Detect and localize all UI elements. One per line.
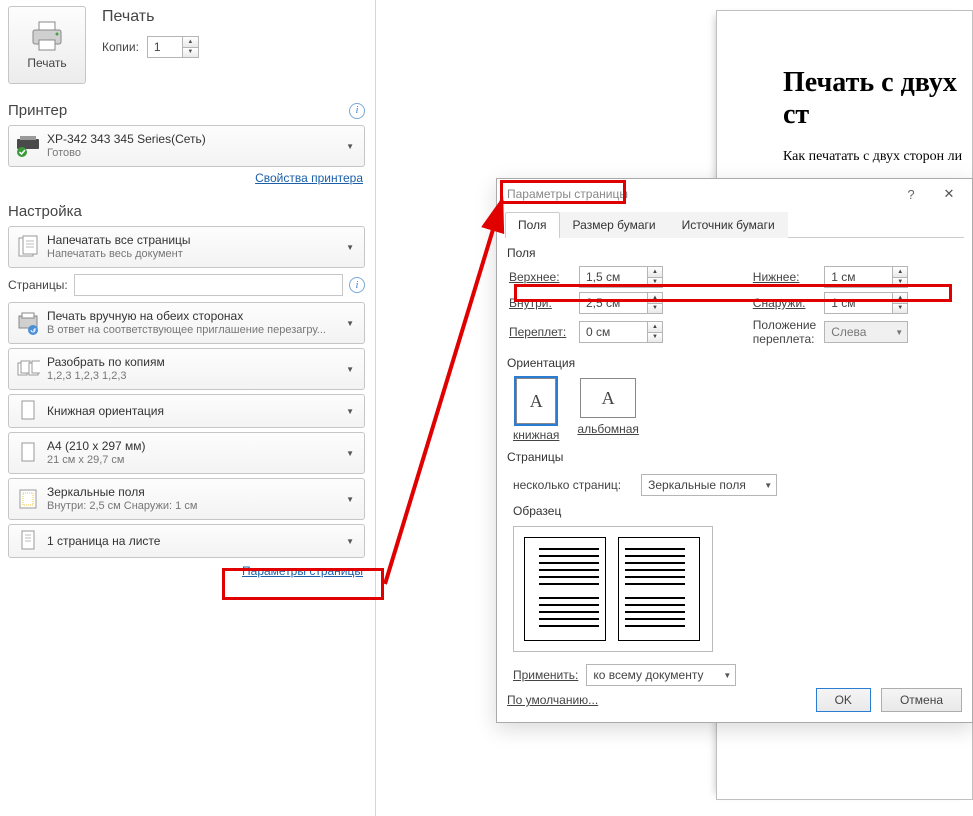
inside-margin-label: Внутри: [505, 290, 575, 316]
chevron-down-icon: ▼ [340, 537, 360, 546]
duplex-icon [15, 310, 41, 336]
multi-pages-select[interactable]: Зеркальные поля▼ [641, 474, 777, 496]
orientation-landscape[interactable]: Aальбомная [577, 378, 639, 442]
fields-group-label: Поля [507, 246, 964, 260]
chevron-down-icon: ▼ [340, 319, 360, 328]
chevron-down-icon: ▼ [340, 142, 360, 151]
pages-group-label: Страницы [507, 450, 964, 464]
collate-dropdown[interactable]: Разобрать по копиям1,2,3 1,2,3 1,2,3 ▼ [8, 348, 365, 390]
sample-group-label: Образец [513, 504, 964, 518]
chevron-down-icon: ▼ [340, 365, 360, 374]
orientation-portrait[interactable]: Aкнижная [513, 378, 559, 442]
gutter-input[interactable]: 0 см▲▼ [579, 321, 663, 343]
printer-section: Принтер i [8, 102, 365, 119]
page-setup-link[interactable]: Параметры страницы [242, 564, 363, 578]
outside-margin-input[interactable]: 1 см▲▼ [824, 292, 908, 314]
top-margin-label: Верхнее: [505, 264, 575, 290]
tab-paper-source[interactable]: Источник бумаги [669, 212, 788, 238]
page-setup-dialog: Параметры страницы ? ✕ Поля Размер бумаг… [496, 178, 973, 723]
settings-section: Настройка [8, 203, 365, 220]
orientation-group-label: Ориентация [507, 356, 964, 370]
printer-properties-link[interactable]: Свойства принтера [255, 171, 363, 185]
chevron-down-icon: ▼ [340, 407, 360, 416]
orientation-dropdown[interactable]: Книжная ориентация ▼ [8, 394, 365, 428]
copies-label: Копии: [102, 40, 139, 54]
pages-label: Страницы: [8, 278, 68, 292]
printer-dropdown[interactable]: XP-342 343 345 Series(Сеть) Готово ▼ [8, 125, 365, 167]
print-range-dropdown[interactable]: Напечатать все страницыНапечатать весь д… [8, 226, 365, 268]
apply-to-select[interactable]: ко всему документу▼ [586, 664, 736, 686]
top-margin-input[interactable]: 1,5 см▲▼ [579, 266, 663, 288]
gutter-pos-label: Положение переплета: [749, 316, 820, 348]
doc-heading: Печать с двух ст [783, 67, 972, 131]
copies-spinner[interactable]: 1 ▲▼ [147, 36, 199, 58]
gutter-label: Переплет: [505, 316, 575, 348]
paper-icon [15, 440, 41, 466]
dialog-close-button[interactable]: ✕ [932, 183, 966, 205]
tab-paper-size[interactable]: Размер бумаги [560, 212, 669, 238]
default-button[interactable]: По умолчанию... [507, 693, 598, 707]
print-button[interactable]: Печать [8, 6, 86, 84]
printer-icon [29, 20, 65, 52]
pages-input[interactable] [74, 274, 343, 296]
bottom-margin-input[interactable]: 1 см▲▼ [824, 266, 908, 288]
chevron-down-icon: ▼ [340, 495, 360, 504]
duplex-dropdown[interactable]: Печать вручную на обеих сторонахВ ответ … [8, 302, 365, 344]
collate-icon [15, 356, 41, 382]
pages-per-sheet-dropdown[interactable]: 1 страница на листе ▼ [8, 524, 365, 558]
doc-text: Как печатать с двух сторон ли [783, 149, 972, 165]
dialog-help-button[interactable]: ? [894, 183, 928, 205]
pages-info-icon[interactable]: i [349, 277, 365, 293]
annotation-arrow [380, 192, 515, 592]
gutter-pos-select: Слева▼ [824, 321, 908, 343]
print-panel: Печать Печать Копии: 1 ▲▼ Принтер i [0, 0, 376, 816]
sample-preview [513, 526, 713, 652]
multi-pages-label: несколько страниц: [513, 478, 621, 492]
printer-status-icon [15, 133, 41, 159]
dialog-titlebar: Параметры страницы ? ✕ [497, 179, 972, 209]
apply-to-label: Применить: [513, 668, 578, 682]
pages-icon [15, 234, 41, 260]
margins-icon [15, 486, 41, 512]
bottom-margin-label: Нижнее: [749, 264, 820, 290]
outside-margin-label: Снаружи: [749, 290, 820, 316]
tab-fields[interactable]: Поля [505, 212, 560, 238]
paper-dropdown[interactable]: A4 (210 x 297 мм)21 см x 29,7 см ▼ [8, 432, 365, 474]
print-title: Печать [102, 8, 365, 26]
margins-dropdown[interactable]: Зеркальные поляВнутри: 2,5 см Снаружи: 1… [8, 478, 365, 520]
ok-button[interactable]: OK [816, 688, 871, 712]
printer-info-icon[interactable]: i [349, 103, 365, 119]
single-page-icon [15, 528, 41, 554]
cancel-button[interactable]: Отмена [881, 688, 962, 712]
chevron-down-icon: ▼ [340, 243, 360, 252]
chevron-down-icon: ▼ [340, 449, 360, 458]
portrait-icon [15, 398, 41, 424]
inside-margin-input[interactable]: 2,5 см▲▼ [579, 292, 663, 314]
